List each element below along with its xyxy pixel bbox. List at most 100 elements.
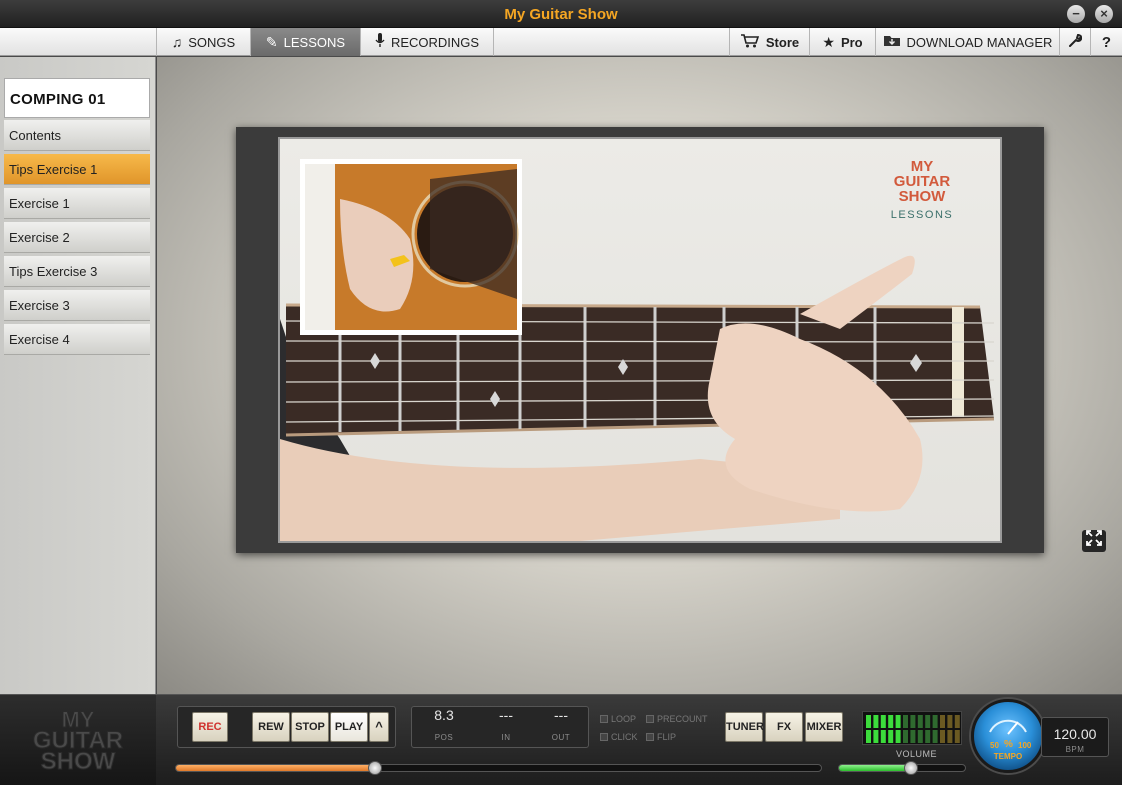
download-folder-icon — [883, 34, 901, 50]
tempo-min: 50 — [990, 741, 999, 750]
lesson-title: COMPING 01 — [4, 78, 150, 118]
meter-segment — [866, 730, 871, 743]
video-frame-illustration: MY GUITAR SHOW LESSONS — [280, 158, 995, 541]
download-manager-button[interactable]: DOWNLOAD MANAGER — [875, 28, 1059, 56]
loop-option[interactable]: LOOP — [600, 714, 636, 724]
store-button[interactable]: Store — [729, 28, 809, 56]
help-button[interactable]: ? — [1090, 28, 1122, 56]
precount-option[interactable]: PRECOUNT — [646, 714, 708, 724]
main-nav: ♫ SONGS ✎ LESSONS RECORDINGS Store ★ Pro — [0, 28, 1122, 56]
meter-segment — [954, 730, 960, 743]
close-button[interactable]: × — [1095, 5, 1113, 23]
meter-segment — [917, 730, 923, 743]
tab-lessons-label: LESSONS — [283, 34, 346, 50]
video-frame: MY GUITAR SHOW LESSONS — [236, 127, 1044, 553]
meter-segment — [903, 715, 908, 728]
lesson-item-tips-exercise-1[interactable]: Tips Exercise 1 — [4, 154, 150, 185]
meter-segment — [888, 715, 894, 728]
flip-checkbox[interactable] — [646, 733, 654, 741]
pos-value: 8.3 — [434, 707, 454, 723]
tab-songs-label: SONGS — [188, 34, 236, 50]
fx-button[interactable]: FX — [765, 712, 803, 742]
pro-label: Pro — [840, 34, 863, 50]
window-title: My Guitar Show — [504, 6, 618, 23]
meter-segment — [947, 730, 953, 743]
click-checkbox[interactable] — [600, 733, 608, 741]
pencil-icon: ✎ — [265, 33, 278, 50]
lesson-stage: MY GUITAR SHOW LESSONS — [157, 57, 1122, 694]
tempo-dial[interactable]: 50 % 100 TEMPO — [971, 699, 1045, 773]
lesson-item-exercise-4[interactable]: Exercise 4 — [4, 324, 150, 355]
play-button[interactable]: PLAY — [330, 712, 368, 742]
meter-segment — [917, 715, 923, 728]
flip-option[interactable]: FLIP — [646, 732, 676, 742]
pos-label: POS — [434, 733, 454, 742]
stop-button[interactable]: STOP — [291, 712, 329, 742]
progress-knob[interactable] — [367, 761, 382, 775]
meter-segment — [947, 715, 953, 728]
bpm-value[interactable]: 120.00 — [1042, 726, 1108, 742]
out-value[interactable]: --- — [531, 707, 591, 723]
progress-track[interactable] — [175, 764, 822, 772]
meter-segment — [940, 715, 945, 728]
lesson-item-exercise-1[interactable]: Exercise 1 — [4, 188, 150, 219]
volume-track[interactable] — [838, 764, 966, 772]
brand-line3: SHOW — [41, 748, 116, 775]
volume-fill — [839, 765, 913, 771]
brand-logo: MY GUITAR SHOW — [0, 695, 156, 785]
meter-segment — [873, 715, 879, 728]
rew-button[interactable]: REW — [252, 712, 290, 742]
meter-segment — [895, 730, 901, 743]
rec-button[interactable]: REC — [192, 712, 228, 742]
meter-segment — [932, 715, 938, 728]
flip-label: FLIP — [657, 732, 677, 742]
lesson-video[interactable]: MY GUITAR SHOW LESSONS — [278, 137, 1002, 543]
transport-bar: MY GUITAR SHOW REC REW STOP PLAY ^ 8.3 P… — [0, 694, 1122, 785]
wrench-icon — [1068, 33, 1083, 51]
in-label: IN — [501, 733, 511, 742]
settings-button[interactable] — [1059, 28, 1090, 56]
video-logo-line4: LESSONS — [891, 209, 953, 221]
lesson-item-contents[interactable]: Contents — [4, 120, 150, 151]
tempo-pct: % — [1004, 739, 1013, 750]
help-icon: ? — [1101, 33, 1112, 51]
video-logo-line3: SHOW — [899, 188, 947, 205]
click-option[interactable]: CLICK — [600, 732, 638, 742]
app-window: My Guitar Show − × ♫ SONGS ✎ LESSONS REC… — [0, 0, 1122, 785]
precount-label: PRECOUNT — [657, 714, 708, 724]
meter-segment — [880, 730, 886, 743]
meter-segment — [873, 730, 879, 743]
pro-button[interactable]: ★ Pro — [809, 28, 875, 56]
meter-segment — [940, 730, 945, 743]
store-label: Store — [765, 34, 800, 50]
star-icon: ★ — [822, 33, 835, 50]
tab-recordings-label: RECORDINGS — [390, 34, 480, 50]
cart-icon — [740, 33, 760, 51]
fullscreen-icon[interactable] — [1082, 530, 1106, 552]
lesson-item-exercise-2[interactable]: Exercise 2 — [4, 222, 150, 253]
title-bar: My Guitar Show − × — [0, 0, 1122, 28]
tab-recordings[interactable]: RECORDINGS — [360, 28, 494, 56]
loop-checkbox[interactable] — [600, 715, 608, 723]
volume-knob[interactable] — [904, 761, 919, 775]
meter-segment — [910, 715, 916, 728]
chevron-up-icon[interactable]: ^ — [369, 712, 389, 742]
lesson-item-exercise-3[interactable]: Exercise 3 — [4, 290, 150, 321]
bpm-display: 120.00 BPM — [1041, 717, 1109, 757]
out-label: OUT — [551, 733, 571, 742]
tuner-button[interactable]: TUNER — [725, 712, 764, 742]
music-note-icon: ♫ — [171, 34, 183, 50]
lesson-item-tips-exercise-3[interactable]: Tips Exercise 3 — [4, 256, 150, 287]
loop-label: LOOP — [611, 714, 637, 724]
mixer-button[interactable]: MIXER — [805, 712, 843, 742]
tab-lessons[interactable]: ✎ LESSONS — [250, 28, 360, 56]
tempo-label: TEMPO — [994, 752, 1022, 761]
minimize-button[interactable]: − — [1067, 5, 1085, 23]
meter-segment — [925, 715, 931, 728]
lesson-sidebar: COMPING 01 Contents Tips Exercise 1 Exer… — [0, 57, 156, 694]
tab-songs[interactable]: ♫ SONGS — [156, 28, 250, 56]
microphone-icon — [375, 33, 385, 51]
in-value[interactable]: --- — [476, 707, 536, 723]
meter-segment — [866, 715, 871, 728]
precount-checkbox[interactable] — [646, 715, 654, 723]
